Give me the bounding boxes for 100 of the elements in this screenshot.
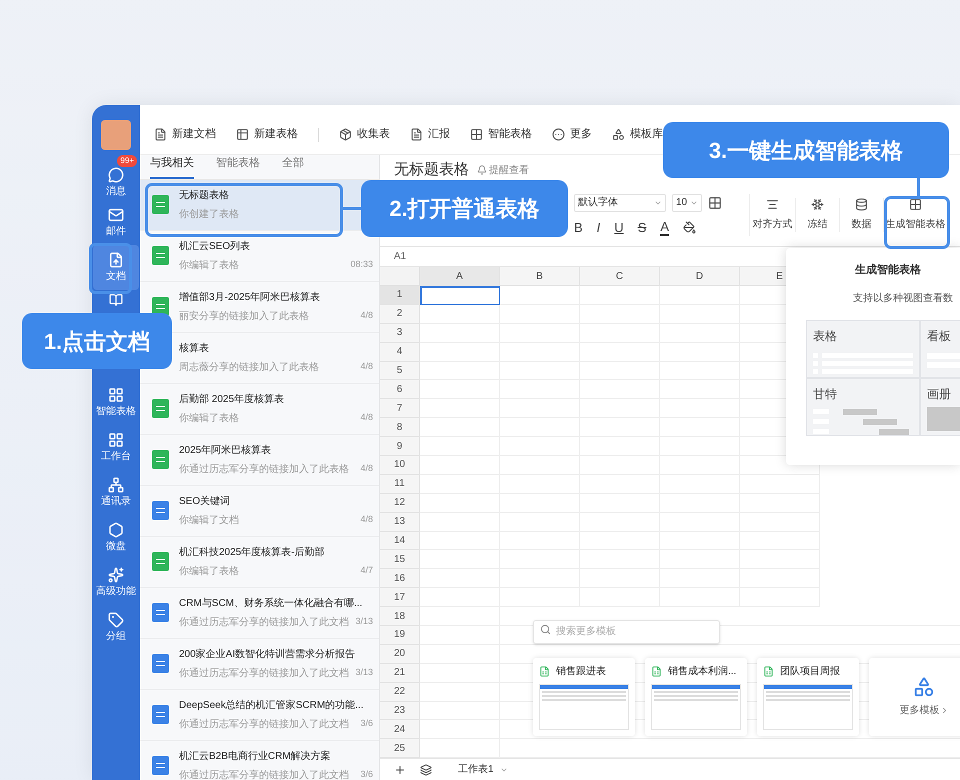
sidebar-item[interactable]: 高级功能 (93, 560, 139, 605)
column-header[interactable]: A (420, 267, 500, 286)
fill-color-icon[interactable] (683, 221, 696, 234)
row-header[interactable]: 13 (380, 512, 420, 532)
tab[interactable]: 全部 (282, 155, 304, 178)
avatar-placeholder[interactable] (101, 120, 131, 150)
row-header[interactable]: 6 (380, 380, 420, 400)
grid-icon (108, 387, 124, 403)
row-header[interactable]: 11 (380, 474, 420, 494)
toolbar-button[interactable]: 更多 (552, 126, 592, 143)
layers-icon[interactable] (420, 764, 432, 776)
sidebar-item[interactable]: 邮件 (93, 200, 139, 245)
toolbar-button[interactable]: 智能表格 (470, 126, 532, 143)
row-header[interactable]: 10 (380, 456, 420, 475)
toolbar-button[interactable]: 汇报 (410, 126, 450, 143)
template-card[interactable]: 销售成本利润... (645, 658, 747, 736)
grid-cell[interactable] (420, 286, 500, 305)
view-option-card[interactable]: 看板 (920, 320, 960, 378)
row-header[interactable]: 21 (380, 664, 420, 683)
underline-button[interactable]: U (614, 220, 624, 235)
sheet-tab[interactable]: 工作表1 (446, 762, 520, 777)
borders-icon[interactable] (708, 196, 722, 210)
toolbar-group-button[interactable]: 对齐方式 (750, 198, 796, 232)
toolbar-button[interactable]: 模板库 (612, 126, 663, 143)
row-header[interactable]: 4 (380, 342, 420, 362)
row-header[interactable]: 18 (380, 607, 420, 626)
row-header[interactable]: 12 (380, 494, 420, 513)
sidebar-item[interactable]: 智能表格 (93, 380, 139, 425)
document-list-item[interactable]: 机汇云B2B电商行业CRM解决方案 你通过历志军分享的链接加入了此文档 3/6 (140, 740, 379, 780)
document-list-item[interactable]: 2025年阿米巴核算表 你通过历志军分享的链接加入了此表格 4/8 (140, 434, 379, 486)
sidebar-item[interactable]: 工作台 (93, 425, 139, 470)
document-date: 3/6 (360, 717, 373, 730)
toolbar-group-button[interactable]: 冻结 (796, 198, 840, 232)
document-date: 4/8 (360, 411, 373, 424)
document-list-item[interactable]: SEO关键词 你编辑了文档 4/8 (140, 486, 379, 536)
row-header[interactable]: 25 (380, 739, 420, 758)
highlight-frame (884, 196, 950, 249)
template-card[interactable]: 销售跟进表 (533, 658, 635, 736)
row-header[interactable]: 1 (380, 286, 420, 305)
font-size-select[interactable]: 10 (672, 194, 702, 212)
org-chart-icon (108, 477, 124, 493)
sidebar-item[interactable]: 通讯录 (93, 470, 139, 515)
view-option-card[interactable]: 画册 (920, 378, 960, 436)
document-list-item[interactable]: 后勤部 2025年度核算表 你编辑了表格 4/8 (140, 384, 379, 434)
view-option-label: 甘特 (813, 386, 838, 402)
template-title: 销售成本利润... (668, 664, 736, 679)
column-header[interactable]: C (580, 267, 660, 286)
row-header[interactable]: 17 (380, 588, 420, 608)
more-templates-card[interactable]: 更多模板 (869, 658, 960, 736)
row-header[interactable]: 22 (380, 682, 420, 702)
view-option-card[interactable]: 表格 (806, 320, 920, 378)
add-sheet-icon[interactable] (394, 764, 406, 776)
row-header[interactable]: 2 (380, 304, 420, 324)
sidebar-item[interactable]: 文档 (93, 245, 139, 290)
toolbar-group-button[interactable]: 数据 (840, 198, 884, 232)
sidebar-item[interactable]: 微盘 (93, 515, 139, 560)
document-title: 核算表 (179, 342, 209, 356)
reminder-link[interactable]: 提醒查看 (477, 162, 529, 178)
spreadsheet-file-icon (152, 450, 169, 469)
row-header[interactable]: 9 (380, 437, 420, 456)
sidebar-item[interactable]: 消息 99+ (93, 155, 139, 200)
row-header[interactable]: 20 (380, 644, 420, 664)
spreadsheet-file-icon (152, 552, 169, 571)
connector-line (917, 178, 920, 196)
sidebar-item[interactable]: 分组 (93, 605, 139, 650)
document-activity: 你通过历志军分享的链接加入了此表格 (179, 462, 349, 476)
toolbar-button[interactable]: 新建表格 (236, 126, 298, 143)
strikethrough-button[interactable]: S (638, 220, 646, 235)
template-search-field[interactable]: 搜索更多模板 (533, 620, 720, 644)
hexagon-icon (108, 522, 124, 538)
tag-icon (108, 612, 124, 628)
row-header[interactable]: 7 (380, 399, 420, 418)
template-card[interactable]: 团队项目周报 (757, 658, 859, 736)
column-header[interactable]: D (660, 267, 740, 286)
row-header[interactable]: 24 (380, 720, 420, 740)
toolbar-button[interactable]: 收集表 (339, 126, 390, 143)
more-templates-link[interactable]: 更多模板 (900, 703, 948, 718)
select-all-corner[interactable] (380, 267, 420, 286)
document-list-item[interactable]: 200家企业AI数智化特训营需求分析报告 你通过历志军分享的链接加入了此文档 3/13 (140, 638, 379, 690)
document-list-item[interactable]: CRM与SCM、财务系统一体化融合有哪... 你通过历志军分享的链接加入了此文档 3/13 (140, 588, 379, 638)
row-header[interactable]: 14 (380, 532, 420, 550)
toolbar-button[interactable]: 新建文档 (154, 126, 216, 143)
document-list-item[interactable]: DeepSeek总结的机汇管家SCRM的功能... 你通过历志军分享的链接加入了此文档 3/6 (140, 690, 379, 740)
box-icon (339, 128, 352, 141)
row-header[interactable]: 5 (380, 362, 420, 380)
document-list-item[interactable]: 机汇科技2025年度核算表-后勤部 你编辑了表格 4/7 (140, 536, 379, 588)
row-header[interactable]: 19 (380, 626, 420, 645)
bold-button[interactable]: B (574, 220, 583, 235)
italic-button[interactable]: I (596, 220, 600, 235)
text-color-button[interactable]: A (660, 220, 670, 236)
document-title: 机汇云SEO列表 (179, 240, 250, 254)
row-header[interactable]: 23 (380, 702, 420, 720)
column-header[interactable]: B (500, 267, 580, 286)
row-header[interactable]: 8 (380, 418, 420, 438)
tab[interactable]: 智能表格 (216, 155, 260, 178)
row-header[interactable]: 15 (380, 550, 420, 570)
view-option-card[interactable]: 甘特 (806, 378, 920, 436)
row-header[interactable]: 16 (380, 569, 420, 588)
row-header[interactable]: 3 (380, 324, 420, 343)
font-select[interactable]: 默认字体 (574, 194, 666, 212)
